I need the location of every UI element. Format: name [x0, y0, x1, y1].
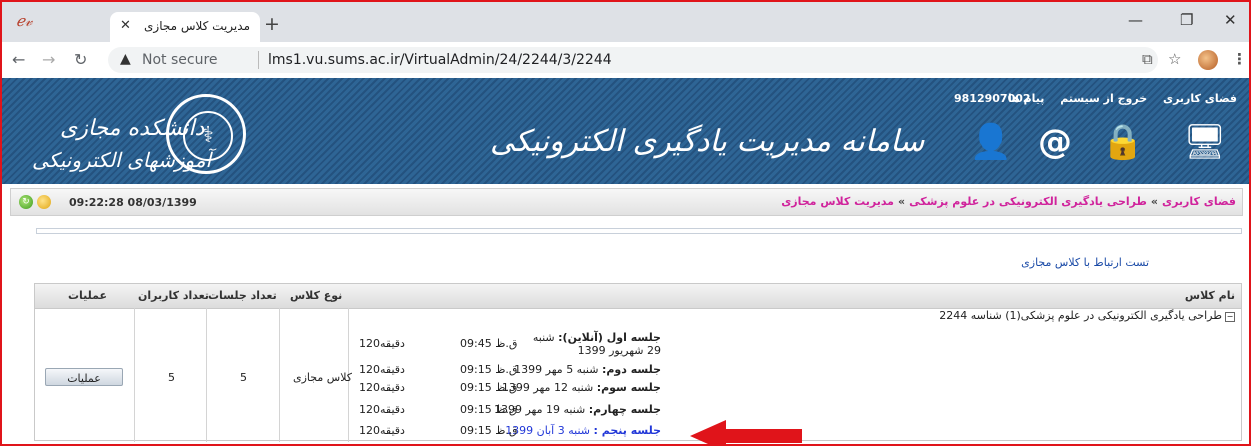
session-duration: 120دقیقه: [359, 424, 405, 437]
course-name[interactable]: −طراحی یادگیری الکترونیکی در علوم پزشکی(…: [939, 309, 1235, 322]
not-secure-label[interactable]: Not secure: [142, 52, 218, 68]
browser-toolbar: ← → ↻ ▲ Not secure lms1.vu.sums.ac.ir/Vi…: [2, 42, 1249, 79]
faculty-name: دانشکده مجازی: [60, 116, 205, 141]
column-divider: [134, 308, 135, 442]
session-date: شنبه 5 مهر 1399: [514, 363, 599, 376]
browser-window: ℯ𝓋 ✕ مدیریت کلاس مجازی + — ❐ ✕ ← → ↻ ▲ N…: [0, 0, 1251, 446]
session-label: جلسه اول (آنلاین):: [558, 331, 661, 344]
email-icon[interactable]: @: [1032, 120, 1078, 164]
restore-icon[interactable]: ❐: [1180, 11, 1193, 29]
session-duration: 120دقیقه: [359, 363, 405, 376]
column-divider: [279, 308, 280, 442]
session-time: 09:15 ق.ظ: [460, 363, 518, 376]
session-label: جلسه دوم:: [601, 363, 661, 376]
session-label: جلسه سوم:: [596, 381, 661, 394]
banner-title: سامانه مدیریت یادگیری الکترونیکی: [490, 124, 925, 159]
globe-computer-icon[interactable]: 🖥: [1182, 120, 1228, 164]
session-time: 09:15 ق.ظ: [460, 424, 518, 437]
table-header: نام کلاس نوع کلاس تعداد جلسات تعداد کارب…: [35, 284, 1241, 309]
breadcrumb-home[interactable]: فضای کاربری: [1162, 195, 1236, 208]
session-time: 09:15 ق.ظ: [460, 381, 518, 394]
site-banner: فضای کاربری خروج از سیستم پیام ها 981290…: [2, 78, 1249, 184]
column-divider: [206, 308, 207, 442]
breadcrumb-separator: »: [1150, 195, 1158, 208]
highlight-arrow-icon: [690, 420, 802, 444]
session-date: شنبه 3 آبان 1399: [505, 424, 590, 437]
address-separator: [258, 51, 259, 69]
user-space-link[interactable]: فضای کاربری: [1163, 92, 1237, 105]
user-icon[interactable]: 👤: [968, 120, 1014, 164]
new-tab-icon[interactable]: +: [264, 13, 280, 35]
session-1: جلسه اول (آنلاین): شنبه 29 شهریور 1399: [521, 331, 661, 357]
session-5[interactable]: جلسه پنجم : شنبه 3 آبان 1399: [505, 424, 661, 437]
faculty-subtitle: آموزشهای الکترونیکی: [32, 148, 212, 172]
refresh-icon[interactable]: ↻: [19, 195, 33, 209]
browser-app-icon: ℯ𝓋: [16, 12, 33, 30]
translate-icon[interactable]: ⧉: [1142, 50, 1153, 68]
header-operations: عملیات: [68, 289, 108, 302]
url-text[interactable]: lms1.vu.sums.ac.ir/VirtualAdmin/24/2244/…: [268, 52, 612, 68]
banner-links: فضای کاربری خروج از سیستم پیام ها: [996, 92, 1237, 105]
breadcrumb-separator: »: [898, 195, 906, 208]
operations-button[interactable]: عملیات: [45, 368, 123, 386]
tab-strip: ℯ𝓋 ✕ مدیریت کلاس مجازی + — ❐ ✕: [2, 2, 1249, 42]
menu-dots-icon[interactable]: ⋮: [1232, 50, 1247, 68]
address-bar[interactable]: ▲ Not secure lms1.vu.sums.ac.ir/VirtualA…: [108, 47, 1158, 73]
clock-datetime: 09:22:28 08/03/1399: [69, 196, 197, 209]
session-time: 09:45 ق.ظ: [460, 337, 518, 350]
back-icon[interactable]: ←: [12, 50, 25, 69]
lock-icon[interactable]: 🔒: [1100, 120, 1146, 164]
breadcrumb-current: مدیریت کلاس مجازی: [781, 195, 894, 208]
reload-icon[interactable]: ↻: [74, 50, 87, 69]
tab-active[interactable]: ✕ مدیریت کلاس مجازی: [110, 12, 260, 42]
user-count-cell: 5: [168, 371, 175, 384]
header-user-count: تعداد کاربران: [138, 289, 209, 302]
session-2: جلسه دوم: شنبه 5 مهر 1399: [514, 363, 661, 376]
close-tab-icon[interactable]: ✕: [120, 18, 131, 33]
breadcrumb-course[interactable]: طراحی یادگیری الکترونیکی در علوم پزشکی: [909, 195, 1147, 208]
course-label: طراحی یادگیری الکترونیکی در علوم پزشکی(1…: [939, 309, 1222, 322]
session-3: جلسه سوم: شنبه 12 مهر 1399: [502, 381, 661, 394]
classes-table: نام کلاس نوع کلاس تعداد جلسات تعداد کارب…: [34, 283, 1242, 442]
status-icon[interactable]: [37, 195, 51, 209]
session-time: 09:15 ق.ظ: [460, 403, 518, 416]
collapse-icon[interactable]: −: [1225, 312, 1235, 322]
tab-title: مدیریت کلاس مجازی: [144, 19, 250, 33]
breadcrumb-bar: فضای کاربری »طراحی یادگیری الکترونیکی در …: [10, 188, 1243, 216]
session-duration: 120دقیقه: [359, 381, 405, 394]
header-class-name: نام کلاس: [1184, 289, 1235, 302]
session-count-cell: 5: [240, 371, 247, 384]
bookmark-star-icon[interactable]: ☆: [1168, 50, 1181, 68]
session-4: جلسه چهارم: شنبه 19 مهر 1399: [494, 403, 661, 416]
warning-icon[interactable]: ▲: [120, 51, 131, 67]
session-duration: 120دقیقه: [359, 337, 405, 350]
close-window-icon[interactable]: ✕: [1224, 11, 1237, 29]
breadcrumb: فضای کاربری »طراحی یادگیری الکترونیکی در …: [781, 195, 1236, 208]
user-id: 9812907002: [954, 92, 1031, 105]
logout-link[interactable]: خروج از سیستم: [1060, 92, 1147, 105]
test-connection-link[interactable]: تست ارتباط با کلاس مجازی: [1021, 256, 1149, 269]
content-divider: [36, 228, 1242, 234]
minimize-icon[interactable]: —: [1128, 11, 1143, 29]
forward-icon[interactable]: →: [42, 50, 55, 69]
header-session-count: تعداد جلسات: [208, 289, 277, 302]
session-label: جلسه چهارم:: [588, 403, 661, 416]
header-class-type: نوع کلاس: [290, 289, 343, 302]
profile-avatar[interactable]: [1198, 50, 1218, 70]
session-duration: 120دقیقه: [359, 403, 405, 416]
class-type-cell: کلاس مجازی: [293, 371, 352, 384]
session-label: جلسه پنجم :: [593, 424, 661, 437]
